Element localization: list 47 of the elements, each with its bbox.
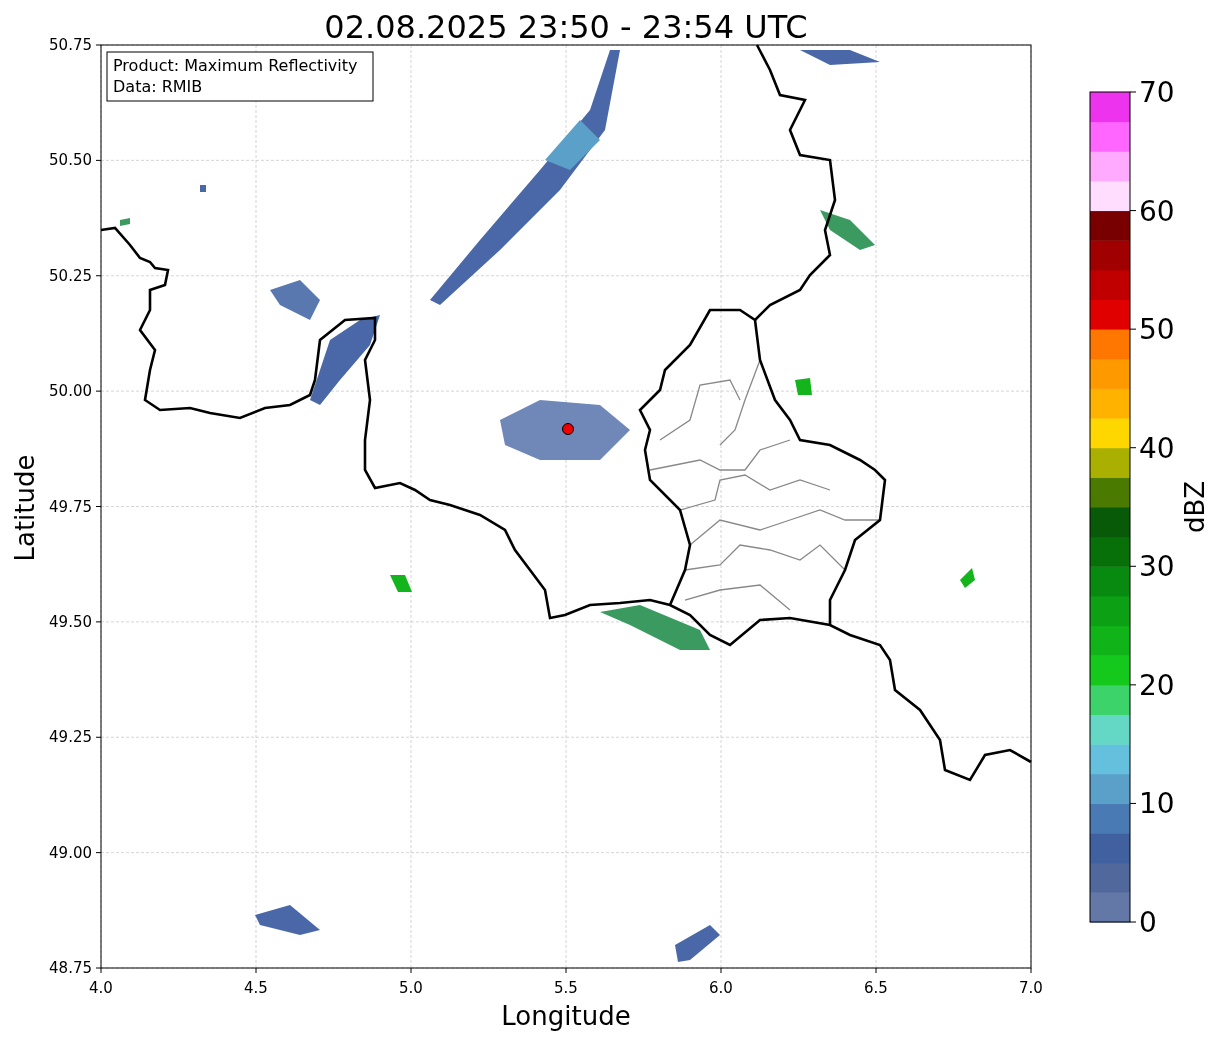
radar-echo [795, 378, 812, 395]
radar-echo [675, 925, 720, 962]
radar-echo [255, 905, 320, 935]
tick-label: 50.50 [49, 151, 92, 170]
tick-label: 50.00 [49, 382, 92, 401]
tick-label: 50.75 [49, 36, 92, 54]
tick-label: 20 [1139, 668, 1175, 702]
tick-mark [1129, 210, 1137, 212]
tick-label: 10 [1139, 787, 1175, 821]
tick-label: 70 [1139, 76, 1175, 109]
tick-label: 30 [1139, 550, 1175, 584]
tick-label: 49.25 [49, 728, 92, 747]
tick-mark [1129, 565, 1137, 567]
tick-mark [1129, 328, 1137, 330]
info-text: Product: Maximum Reflectivity [113, 56, 358, 75]
radar-echo [200, 185, 206, 192]
tick-label: 4.5 [244, 979, 268, 997]
radar-site-marker [562, 423, 574, 435]
tick-label: 50 [1139, 313, 1175, 347]
tick-label: 49.00 [49, 843, 92, 862]
tick-label: 7.0 [1019, 979, 1043, 997]
radar-echo [820, 210, 875, 250]
tick-label: 5.0 [399, 979, 423, 997]
radar-echo [390, 575, 412, 592]
tick-mark [1129, 91, 1137, 93]
tick-label: 60 [1139, 194, 1175, 228]
axis-label: Longitude [501, 1001, 631, 1031]
tick-mark [1129, 802, 1137, 804]
tick-label: 48.75 [49, 959, 92, 977]
tick-label: 0 [1139, 906, 1157, 939]
colorbar-label: dBZ [1180, 480, 1210, 534]
radar-echo [120, 218, 130, 226]
tick-label: 49.75 [49, 497, 92, 516]
tick-label: 5.5 [554, 979, 578, 997]
radar-echo [960, 568, 975, 588]
tick-label: 50.25 [49, 266, 92, 285]
tick-label: 6.5 [864, 979, 888, 997]
tick-label: 49.50 [49, 612, 92, 631]
axis-label: Latitude [10, 454, 40, 562]
tick-mark [1129, 921, 1137, 923]
tick-mark [1129, 447, 1137, 449]
tick-label: 6.0 [709, 979, 733, 997]
tick-label: 40 [1139, 431, 1175, 465]
chart-title: 02.08.2025 23:50 - 23:54 UTC [324, 8, 808, 46]
info-text: Data: RMIB [113, 77, 203, 96]
tick-mark [1129, 684, 1137, 686]
tick-label: 4.0 [89, 979, 113, 997]
